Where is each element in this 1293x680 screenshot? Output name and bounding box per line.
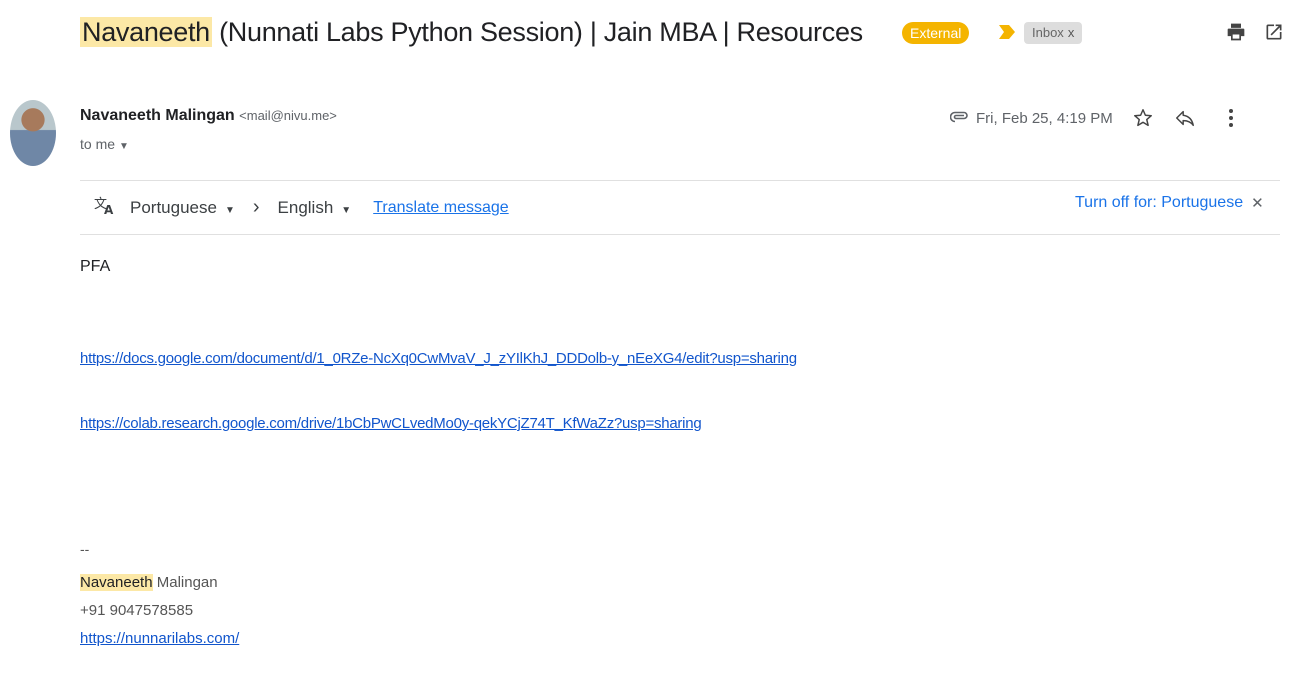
remove-label-icon[interactable]: x bbox=[1068, 25, 1075, 40]
paperclip-icon bbox=[949, 110, 968, 127]
header-divider bbox=[80, 180, 1280, 181]
email-meta: Fri, Feb 25, 4:19 PM bbox=[949, 106, 1243, 130]
sender-email: <mail@nivu.me> bbox=[239, 108, 337, 123]
recipient-text: to me bbox=[80, 136, 116, 152]
colab-link[interactable]: https://colab.research.google.com/drive/… bbox=[80, 415, 702, 432]
signature-website-link[interactable]: https://nunnarilabs.com/ bbox=[80, 630, 239, 647]
subject-text: (Nunnati Labs Python Session) | Jain MBA… bbox=[211, 17, 863, 47]
signature-separator: -- bbox=[80, 541, 90, 557]
reply-icon[interactable] bbox=[1173, 106, 1197, 130]
external-label-badge: External bbox=[902, 22, 970, 44]
more-vert-icon[interactable] bbox=[1219, 106, 1243, 130]
signature-last-name: Malingan bbox=[152, 574, 218, 591]
sender-name[interactable]: Navaneeth Malingan bbox=[80, 107, 235, 124]
sender-info: Navaneeth Malingan <mail@nivu.me> bbox=[80, 107, 337, 125]
translate-icon: 文A bbox=[94, 195, 116, 220]
subject-highlight: Navaneeth bbox=[80, 17, 212, 47]
signature-name: Navaneeth Malingan bbox=[80, 574, 218, 591]
translate-divider bbox=[80, 234, 1280, 235]
inbox-label-text: Inbox bbox=[1032, 25, 1064, 40]
target-language-dropdown[interactable]: English ▼ bbox=[278, 198, 352, 218]
turn-off-translate-link[interactable]: Turn off for: Portuguese bbox=[1075, 194, 1243, 212]
source-language: Portuguese bbox=[130, 197, 217, 217]
printer-icon[interactable] bbox=[1224, 20, 1248, 44]
chevron-down-icon[interactable]: ▼ bbox=[119, 141, 129, 152]
translate-bar: 文A Portuguese ▼ › English ▼ Translate mess… bbox=[94, 195, 509, 220]
star-icon[interactable] bbox=[1131, 106, 1155, 130]
open-in-new-window-icon[interactable] bbox=[1262, 20, 1286, 44]
chevron-right-icon: › bbox=[252, 196, 260, 218]
svg-text:A: A bbox=[104, 203, 114, 215]
email-date: Fri, Feb 25, 4:19 PM bbox=[976, 109, 1113, 127]
close-icon[interactable]: ✕ bbox=[1251, 194, 1264, 212]
chevron-down-icon: ▼ bbox=[224, 204, 235, 216]
translate-message-link[interactable]: Translate message bbox=[373, 199, 508, 217]
signature-phone: +91 9047578585 bbox=[80, 602, 194, 619]
recipient-details[interactable]: to me ▼ bbox=[80, 136, 129, 152]
target-language: English bbox=[277, 197, 334, 217]
inbox-label-badge[interactable]: Inbox x bbox=[1024, 22, 1083, 44]
chevron-down-icon: ▼ bbox=[341, 204, 352, 216]
sender-avatar[interactable] bbox=[10, 100, 56, 166]
docs-link[interactable]: https://docs.google.com/document/d/1_0RZ… bbox=[80, 350, 797, 367]
turn-off-translate: Turn off for: Portuguese ✕ bbox=[1075, 194, 1264, 212]
body-greeting: PFA bbox=[80, 258, 111, 275]
source-language-dropdown[interactable]: Portuguese ▼ bbox=[130, 198, 235, 218]
email-subject: Navaneeth (Nunnati Labs Python Session) … bbox=[80, 14, 863, 50]
signature-first-name: Navaneeth bbox=[80, 574, 153, 591]
